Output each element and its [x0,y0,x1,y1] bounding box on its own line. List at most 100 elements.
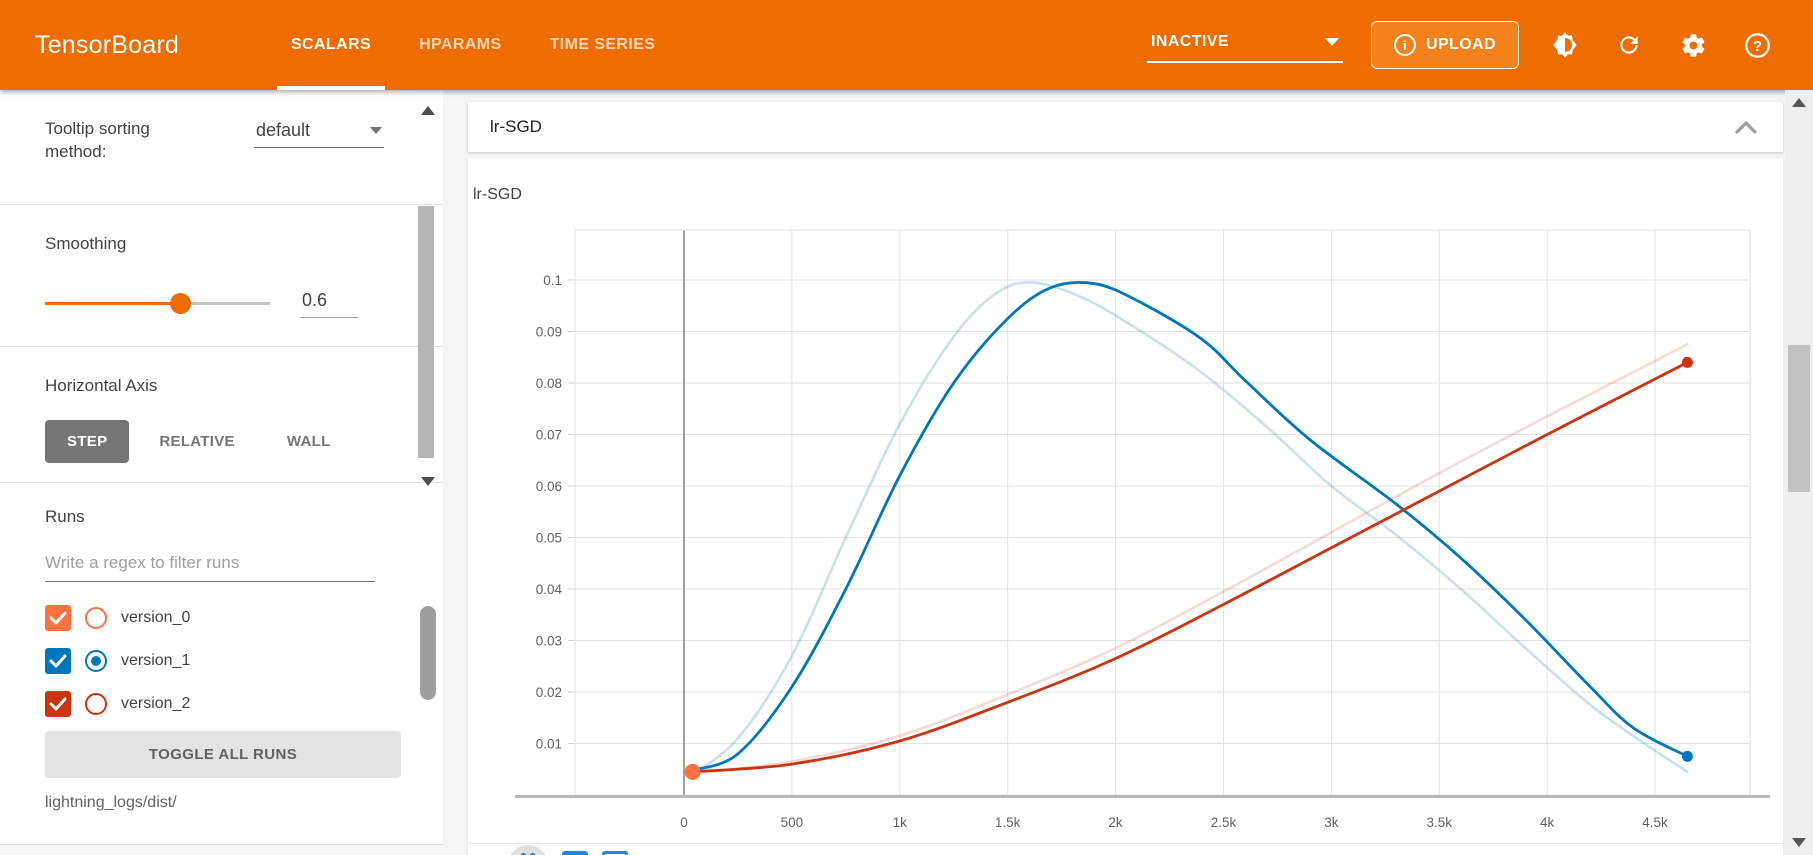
series-version_2_smoothed[interactable] [693,362,1688,771]
svg-text:2.5k: 2.5k [1211,815,1237,830]
tab-time-series[interactable]: TIME SERIES [526,0,680,90]
run-name-label: version_1 [121,652,190,670]
svg-text:0.09: 0.09 [536,324,562,339]
svg-text:4.5k: 4.5k [1642,815,1668,830]
window-scrollbar[interactable] [1785,90,1813,855]
tooltip-sorting-label: Tooltip sorting method: [45,118,210,164]
expand-chart-icon[interactable] [562,851,588,855]
chevron-down-icon [1325,38,1339,46]
run-radio[interactable] [85,693,107,715]
datapoint-marker-version_0 [685,764,701,780]
tab-scalars[interactable]: SCALARS [267,0,395,90]
tensorboard-app: TensorBoard SCALARSHPARAMSTIME SERIES IN… [0,0,1813,855]
horizontal-axis-label: Horizontal Axis [45,375,398,398]
brightness-icon[interactable] [1551,31,1579,59]
runs-section: Runs version_0 version_1 version_2 TOGGLE … [0,483,443,812]
runs-list: version_0 version_1 version_2 [45,596,398,725]
scroll-down-icon[interactable] [1792,838,1806,847]
svg-text:0.08: 0.08 [536,376,562,391]
svg-text:2k: 2k [1108,815,1123,830]
help-icon[interactable]: ? [1743,31,1771,59]
chart-footer-divider [468,843,1783,844]
toggle-all-runs-button[interactable]: TOGGLE ALL RUNS [45,731,401,778]
smoothing-slider[interactable] [45,302,270,305]
scrollbar-thumb[interactable] [420,606,436,700]
endpoint-marker-version_2_smoothed [1682,357,1693,368]
series-version_1_raw[interactable] [693,282,1688,774]
tag-group-header[interactable]: lr-SGD [468,102,1783,152]
lr-sgd-chart[interactable]: 0.010.020.030.040.050.060.070.080.090.10… [490,210,1780,845]
info-icon: i [1394,34,1416,56]
chevron-up-icon[interactable] [1735,120,1757,134]
smoothing-label: Smoothing [45,233,398,256]
axis-option-wall[interactable]: WALL [265,420,353,463]
run-checkbox[interactable] [45,605,71,631]
data-status-value: INACTIVE [1151,33,1229,51]
run-row-version_0[interactable]: version_0 [45,596,398,639]
svg-text:0.02: 0.02 [536,685,562,700]
scroll-up-icon[interactable] [421,106,435,115]
svg-text:0.07: 0.07 [536,427,562,442]
run-radio[interactable] [85,607,107,629]
tooltip-sorting-dropdown[interactable]: default [254,118,384,148]
upload-label: UPLOAD [1426,36,1496,54]
chevron-down-icon [370,127,382,134]
fit-data-icon[interactable] [602,851,628,855]
refresh-icon[interactable] [1615,31,1643,59]
tab-hparams[interactable]: HPARAMS [395,0,526,90]
svg-text:3.5k: 3.5k [1426,815,1452,830]
sidebar-scroll-region: Tooltip sorting method: default Smoothin… [0,90,443,482]
runs-list-scrollbar[interactable] [418,606,440,734]
horizontal-axis-options: STEPRELATIVEWALL [45,420,398,463]
sidebar-scrollbar[interactable] [416,102,438,490]
run-checkbox[interactable] [45,691,71,717]
runs-filter-input[interactable] [45,549,375,582]
run-name-label: version_2 [121,695,190,713]
smoothing-slider-thumb[interactable] [170,293,191,314]
run-radio[interactable] [85,650,107,672]
runs-label: Runs [45,507,398,527]
smoothing-value-field[interactable]: 0.6 [300,290,358,318]
scrollbar-thumb[interactable] [1788,345,1810,492]
settings-icon[interactable] [1679,31,1707,59]
tag-group-title: lr-SGD [490,117,542,137]
svg-text:0: 0 [680,815,688,830]
upload-button[interactable]: i UPLOAD [1371,21,1519,69]
run-checkbox[interactable] [45,648,71,674]
settings-sidebar: Tooltip sorting method: default Smoothin… [0,90,443,845]
horizontal-axis-section: Horizontal Axis STEPRELATIVEWALL [0,347,443,482]
log-directory-label: lightning_logs/dist/ [45,794,398,812]
axis-option-step[interactable]: STEP [45,420,129,463]
svg-text:1.5k: 1.5k [995,815,1021,830]
tab-bar: SCALARSHPARAMSTIME SERIES [267,0,679,90]
svg-text:0.01: 0.01 [536,736,562,751]
scrollbar-thumb[interactable] [418,206,434,458]
app-title: TensorBoard [35,31,179,60]
svg-text:1k: 1k [893,815,908,830]
app-header: TensorBoard SCALARSHPARAMSTIME SERIES IN… [0,0,1813,90]
svg-text:4k: 4k [1540,815,1555,830]
series-version_1_smoothed[interactable] [693,282,1688,770]
svg-text:?: ? [1753,39,1762,55]
run-name-label: version_0 [121,609,190,627]
tooltip-sorting-section: Tooltip sorting method: default [0,90,443,205]
run-row-version_2[interactable]: version_2 [45,682,398,725]
pin-chart-icon[interactable] [508,845,548,855]
tooltip-sorting-value: default [256,120,310,141]
svg-text:0.05: 0.05 [536,530,562,545]
data-status-dropdown[interactable]: INACTIVE [1147,27,1343,63]
svg-text:0.04: 0.04 [536,582,563,597]
axis-option-relative[interactable]: RELATIVE [137,420,256,463]
run-row-version_1[interactable]: version_1 [45,639,398,682]
series-version_2_raw[interactable] [693,344,1688,773]
scalars-dashboard: lr-SGD lr-SGD 0.010.020.030.040.050.060.… [443,90,1813,855]
chart-title: lr-SGD [473,186,522,204]
scalar-chart-card: lr-SGD 0.010.020.030.040.050.060.070.080… [468,158,1783,855]
smoothing-slider-fill [45,302,180,305]
endpoint-marker-version_1_smoothed [1682,751,1693,762]
svg-text:3k: 3k [1324,815,1339,830]
chart-action-bar [508,845,628,855]
scroll-up-icon[interactable] [1792,98,1806,107]
svg-text:500: 500 [781,815,804,830]
svg-text:0.06: 0.06 [536,479,562,494]
